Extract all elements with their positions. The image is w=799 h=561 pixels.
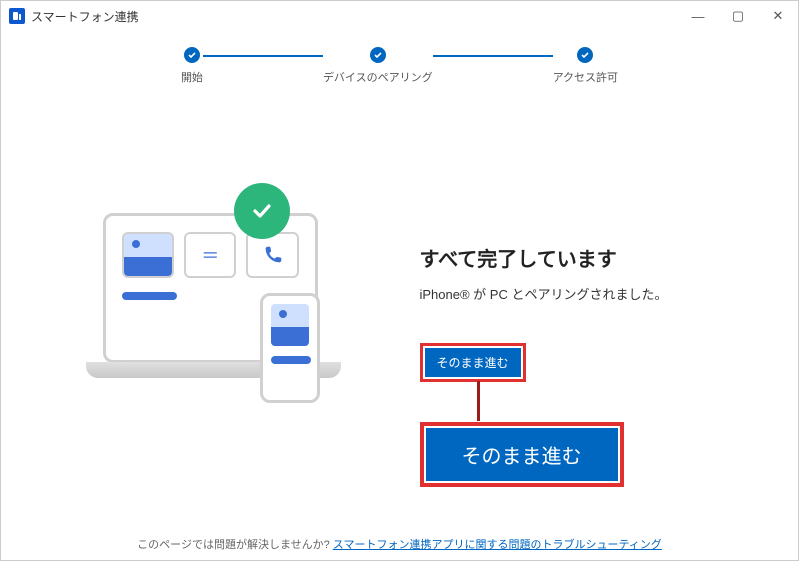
step-label: 開始 (181, 69, 203, 85)
step-pairing: デバイスのペアリング (323, 47, 433, 85)
phone-icon (262, 244, 284, 266)
main-content: ＝ すべて完了しています iPhone® が PC とペアリングされました。 そ… (1, 213, 798, 487)
phone-card (246, 232, 298, 278)
phone-illustration (260, 293, 320, 403)
step-connector (203, 55, 323, 57)
success-check-icon (234, 183, 290, 239)
window-title: スマートフォン連携 (31, 8, 139, 25)
message-card: ＝ (184, 232, 236, 278)
page-subtext: iPhone® が PC とペアリングされました。 (420, 284, 759, 303)
step-connector (433, 55, 553, 57)
check-icon (577, 47, 593, 63)
highlight-box-small: そのまま進む (420, 343, 526, 382)
maximize-button[interactable]: ▢ (718, 1, 758, 31)
footer-text: このページでは問題が解決しませんか? (137, 539, 333, 551)
check-icon (184, 47, 200, 63)
step-label: アクセス許可 (553, 69, 618, 85)
app-icon (9, 8, 25, 24)
progress-stepper: 開始 デバイスのペアリング アクセス許可 (1, 31, 798, 93)
step-permission: アクセス許可 (553, 47, 618, 85)
step-start: 開始 (181, 47, 203, 85)
minimize-button[interactable]: ― (678, 1, 718, 31)
step-label: デバイスのペアリング (323, 69, 433, 85)
close-button[interactable]: ✕ (758, 1, 798, 31)
window-controls: ― ▢ ✕ (678, 1, 798, 31)
text-column: すべて完了しています iPhone® が PC とペアリングされました。 そのま… (420, 213, 759, 487)
continue-button-large[interactable]: そのまま進む (426, 428, 618, 481)
continue-button[interactable]: そのまま進む (425, 348, 521, 377)
titlebar: スマートフォン連携 ― ▢ ✕ (1, 1, 798, 31)
illustration: ＝ (41, 213, 380, 363)
page-heading: すべて完了しています (420, 243, 759, 272)
troubleshoot-link[interactable]: スマートフォン連携アプリに関する問題のトラブルシューティング (333, 539, 662, 551)
highlight-box-large: そのまま進む (420, 422, 624, 487)
image-card (122, 232, 174, 278)
annotation-connector (477, 381, 480, 421)
check-icon (370, 47, 386, 63)
footer: このページでは問題が解決しませんか? スマートフォン連携アプリに関する問題のトラ… (1, 536, 798, 552)
